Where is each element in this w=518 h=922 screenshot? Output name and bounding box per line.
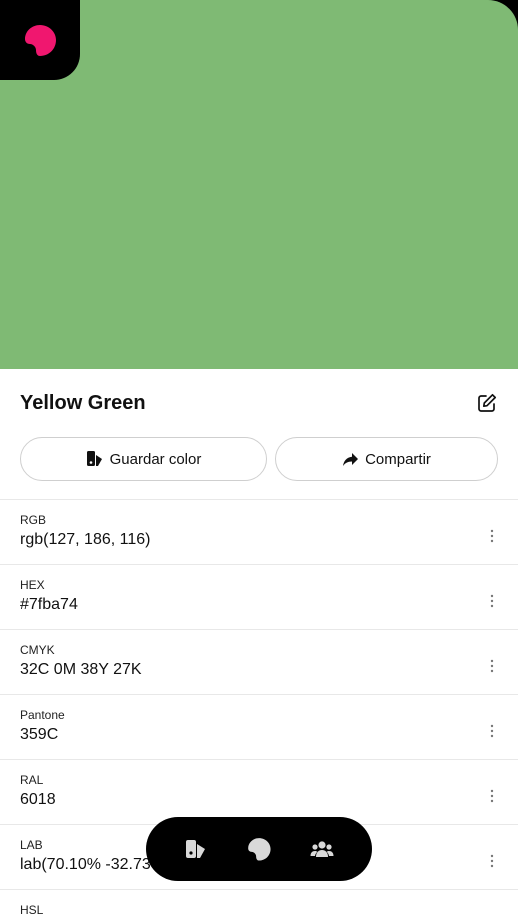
edit-icon[interactable] xyxy=(476,392,498,414)
nav-palette[interactable] xyxy=(243,833,275,865)
color-detail-screen: Yellow Green Guardar color Compartir RGB… xyxy=(0,0,518,922)
logo-corner xyxy=(0,0,80,80)
format-row-ral: RAL 6018 xyxy=(0,759,518,824)
format-value[interactable]: 6018 xyxy=(20,791,56,809)
format-row-pantone: Pantone 359C xyxy=(0,694,518,759)
palette-icon xyxy=(248,838,271,861)
format-row-hex: HEX #7fba74 xyxy=(0,564,518,629)
swatchbook-icon xyxy=(86,451,102,466)
app-logo-icon[interactable] xyxy=(22,22,58,58)
more-options-icon[interactable] xyxy=(488,658,496,674)
more-options-icon[interactable] xyxy=(488,853,496,869)
more-options-icon[interactable] xyxy=(488,723,496,739)
nav-community[interactable] xyxy=(306,833,338,865)
color-name: Yellow Green xyxy=(20,392,146,414)
swatchbook-icon xyxy=(185,840,205,858)
format-label: RAL xyxy=(20,773,44,787)
format-label: CMYK xyxy=(20,643,55,657)
format-value[interactable]: #7fba74 xyxy=(20,596,78,614)
format-label: Pantone xyxy=(20,708,65,722)
bottom-nav xyxy=(146,817,372,881)
share-button[interactable]: Compartir xyxy=(275,437,498,481)
format-label: RGB xyxy=(20,513,47,527)
more-options-icon[interactable] xyxy=(488,788,496,804)
community-icon xyxy=(310,841,334,857)
format-value[interactable]: 32C 0M 38Y 27K xyxy=(20,661,142,679)
format-label: HEX xyxy=(20,578,45,592)
format-label: HSL xyxy=(20,903,44,917)
nav-swatchbook[interactable] xyxy=(180,833,212,865)
title-row: Yellow Green xyxy=(20,390,498,416)
format-row-rgb: RGB rgb(127, 186, 116) xyxy=(0,499,518,564)
share-arrow-icon xyxy=(343,452,359,466)
format-value[interactable]: 359C xyxy=(20,726,58,744)
share-label: Compartir xyxy=(365,450,431,468)
format-value[interactable]: rgb(127, 186, 116) xyxy=(20,531,150,549)
format-value[interactable]: lab(70.10% -32.73 xyxy=(20,856,151,874)
more-options-icon[interactable] xyxy=(488,593,496,609)
format-row-cmyk: CMYK 32C 0M 38Y 27K xyxy=(0,629,518,694)
save-color-label: Guardar color xyxy=(109,450,202,468)
format-row-hsl: HSL xyxy=(0,889,518,922)
format-label: LAB xyxy=(20,838,43,852)
more-options-icon[interactable] xyxy=(488,528,496,544)
save-color-button[interactable]: Guardar color xyxy=(20,437,267,481)
